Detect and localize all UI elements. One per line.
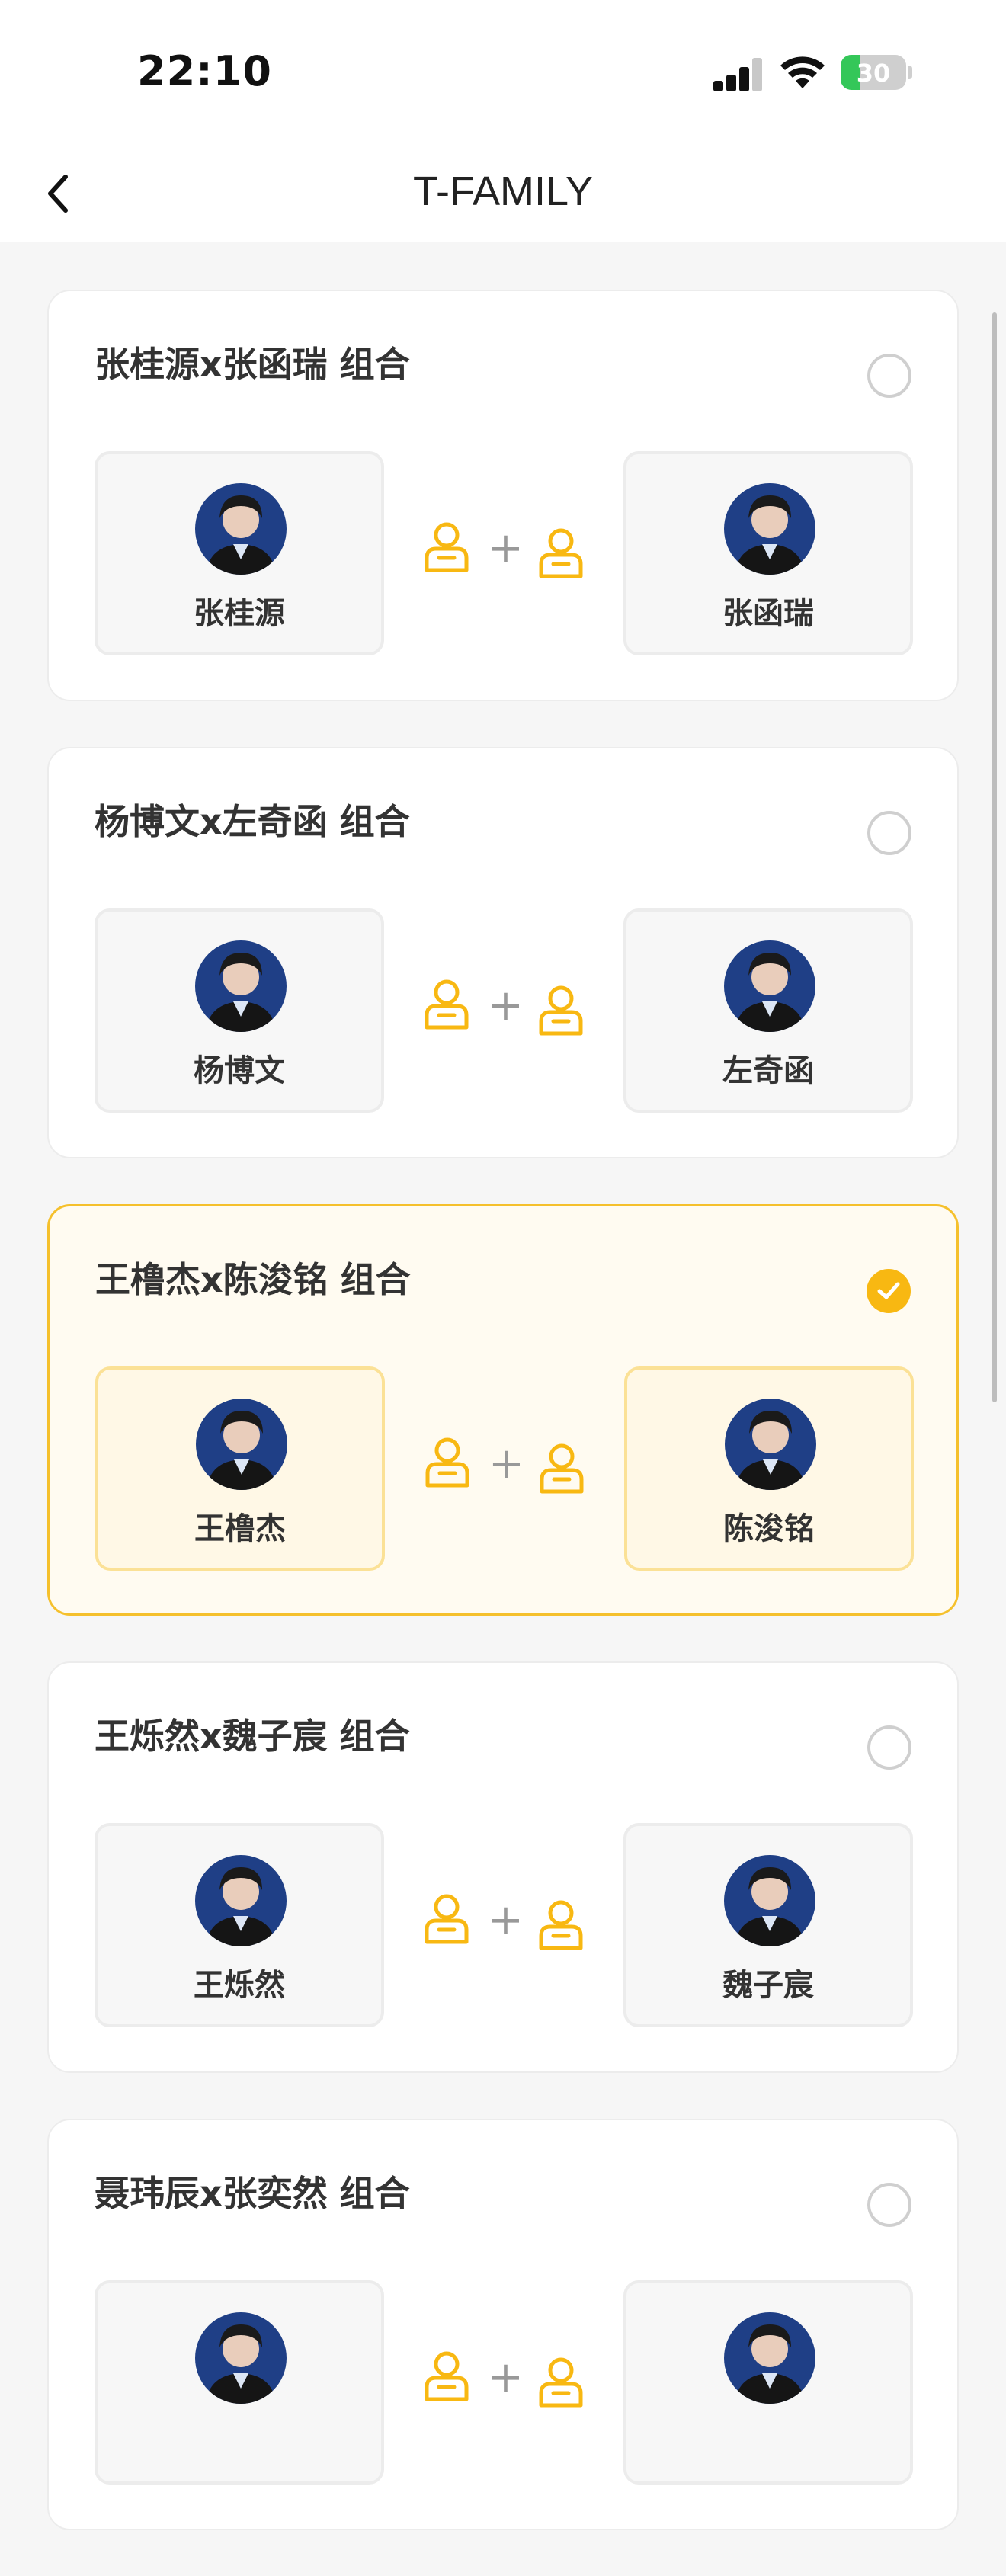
member-name: 杨博文 <box>194 1053 285 1088</box>
member-card[interactable]: 王橹杰 <box>95 1366 385 1571</box>
select-radio[interactable] <box>867 354 911 398</box>
pair-indicator: + <box>422 520 588 581</box>
member-name: 张函瑞 <box>722 596 814 631</box>
battery-level: 30 <box>856 59 891 88</box>
person-icon <box>425 979 469 1030</box>
pair-indicator: + <box>422 1892 588 1953</box>
scrollbar[interactable] <box>992 312 997 1402</box>
member-name: 魏子宸 <box>722 1968 814 2003</box>
person-icon <box>425 1894 469 1944</box>
group-card[interactable]: 张桂源x张函瑞 组合张桂源 张函瑞 + <box>47 290 959 701</box>
group-title: 王橹杰x陈浚铭 组合 <box>95 1259 411 1300</box>
person-icon <box>539 985 583 1036</box>
member-card[interactable]: 张函瑞 <box>623 451 913 655</box>
group-list: 张桂源x张函瑞 组合 张桂源 张函瑞 + 杨博文x左奇函 组合 杨博文 左奇函 + 王橹杰x陈浚… <box>47 290 959 2576</box>
plus-sign: + <box>488 2353 524 2402</box>
status-time: 22:10 <box>137 47 272 95</box>
page-title: T-FAMILY <box>412 168 594 214</box>
select-radio[interactable] <box>867 811 911 855</box>
select-radio[interactable] <box>867 2183 911 2227</box>
avatar <box>195 483 287 575</box>
select-radio[interactable] <box>867 1725 911 1770</box>
battery-icon: 30 <box>841 55 906 90</box>
group-title: 杨博文x左奇函 组合 <box>95 801 410 842</box>
member-card[interactable] <box>95 2280 384 2485</box>
avatar <box>724 940 815 1032</box>
avatar <box>196 1399 287 1490</box>
wifi-icon <box>780 56 825 88</box>
member-card[interactable]: 陈浚铭 <box>624 1366 914 1571</box>
avatar <box>195 1855 287 1946</box>
avatar <box>195 940 287 1032</box>
plus-sign: + <box>488 524 524 573</box>
person-icon <box>425 1437 469 1488</box>
member-name: 左奇函 <box>722 1053 814 1088</box>
group-card[interactable]: 杨博文x左奇函 组合杨博文 左奇函 + <box>47 747 959 1158</box>
member-card[interactable]: 魏子宸 <box>623 1823 913 2027</box>
group-card[interactable]: 王烁然x魏子宸 组合王烁然 魏子宸 + <box>47 1661 959 2073</box>
group-card[interactable]: 聂玮辰x张奕然 组合 + <box>47 2119 959 2530</box>
status-bar: 22:10 30 <box>0 0 1006 145</box>
plus-sign: + <box>488 981 524 1030</box>
member-card[interactable]: 张桂源 <box>95 451 384 655</box>
member-name: 王烁然 <box>194 1968 285 2003</box>
battery-tip <box>908 66 912 79</box>
member-name: 陈浚铭 <box>723 1511 815 1546</box>
check-icon <box>877 1282 900 1299</box>
member-card[interactable] <box>623 2280 913 2485</box>
plus-sign: + <box>489 1439 524 1488</box>
member-name: 张桂源 <box>194 596 285 631</box>
signal-icon <box>713 58 764 91</box>
person-icon <box>539 1900 583 1950</box>
nav-bar: T-FAMILY <box>0 145 1006 242</box>
member-name: 王橹杰 <box>194 1511 286 1546</box>
group-card[interactable]: 王橹杰x陈浚铭 组合王橹杰 陈浚铭 + <box>47 1204 959 1616</box>
member-card[interactable]: 王烁然 <box>95 1823 384 2027</box>
group-title: 王烁然x魏子宸 组合 <box>95 1716 410 1757</box>
person-icon <box>539 528 583 578</box>
member-card[interactable]: 左奇函 <box>623 908 913 1113</box>
pair-indicator: + <box>423 1435 589 1496</box>
group-title: 聂玮辰x张奕然 组合 <box>95 2173 410 2214</box>
plus-sign: + <box>488 1895 524 1945</box>
person-icon <box>540 1443 584 1494</box>
avatar <box>724 2312 815 2404</box>
person-icon <box>425 522 469 572</box>
person-icon <box>425 2351 469 2401</box>
pair-indicator: + <box>422 2349 588 2410</box>
avatar <box>724 483 815 575</box>
avatar <box>195 2312 287 2404</box>
avatar <box>725 1399 816 1490</box>
group-title: 张桂源x张函瑞 组合 <box>95 344 410 385</box>
avatar <box>724 1855 815 1946</box>
person-icon <box>539 2357 583 2408</box>
pair-indicator: + <box>422 977 588 1038</box>
member-card[interactable]: 杨博文 <box>95 908 384 1113</box>
select-radio[interactable] <box>867 1269 911 1313</box>
